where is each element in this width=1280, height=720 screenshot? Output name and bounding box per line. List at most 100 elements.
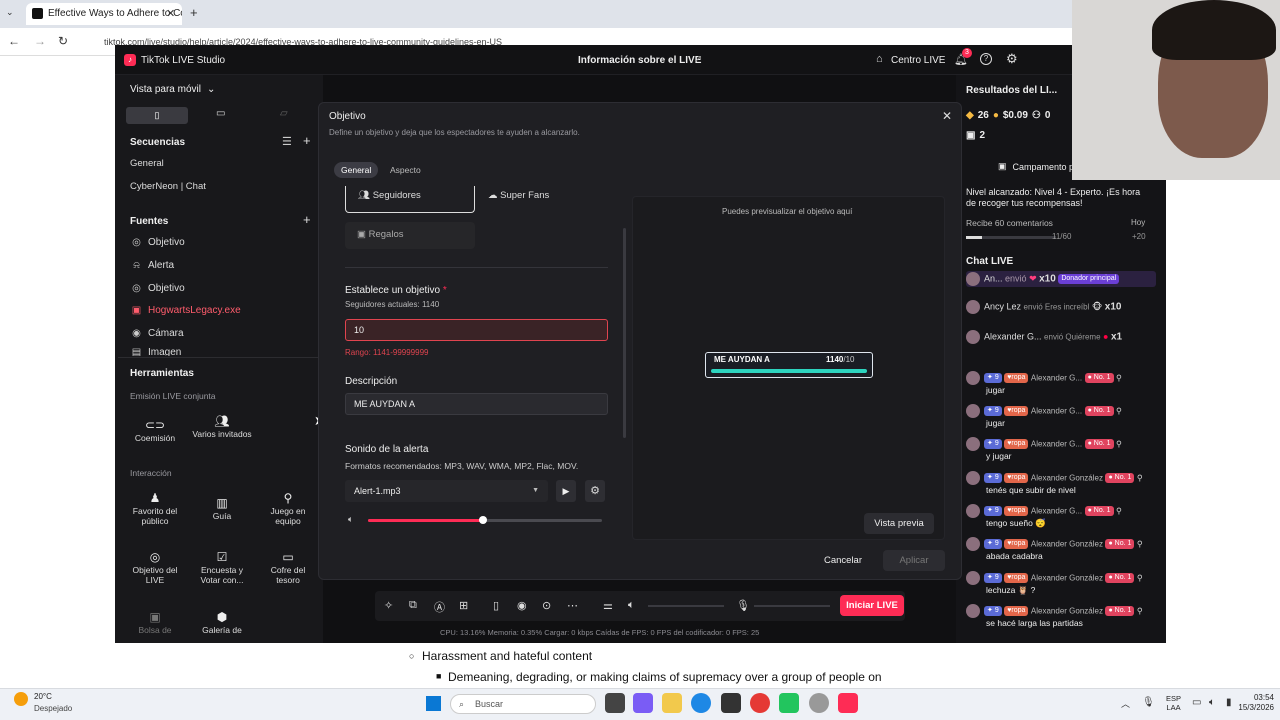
user-icon[interactable]: ⚲	[1137, 473, 1143, 482]
split-view-button[interactable]: ▱	[280, 108, 288, 119]
level-badge: ✦ 9	[984, 439, 1002, 449]
reload-icon[interactable]: ↻	[58, 34, 68, 48]
sequence-item[interactable]: CyberNeon | Chat	[130, 181, 206, 192]
file-explorer-icon[interactable]	[662, 693, 682, 713]
taskbar-search[interactable]: ⌕ Buscar	[450, 694, 596, 714]
landscape-view-button[interactable]: ▭	[216, 108, 225, 119]
poll-tool[interactable]: ☑ Encuesta y Votar con...	[192, 551, 252, 585]
cancel-button[interactable]: Cancelar	[812, 550, 874, 571]
browser-tab[interactable]: Effective Ways to Adhere to Co	[26, 3, 182, 25]
tool-label: Galería de	[202, 625, 242, 635]
more-icon[interactable]: ⋯	[567, 599, 578, 612]
gallery-tool[interactable]: ⬢ Galería de	[192, 611, 252, 635]
sound-settings-icon[interactable]: ⚙	[585, 480, 605, 502]
phone-icon[interactable]: ▯	[493, 599, 499, 612]
forward-icon[interactable]: →	[34, 34, 46, 48]
layout-icon[interactable]: ⊞	[459, 599, 468, 612]
home-icon[interactable]: ⌂	[876, 53, 883, 65]
play-button[interactable]: ▶	[556, 480, 576, 502]
clock[interactable]: 03:54 15/3/2026	[1220, 693, 1274, 713]
user-icon[interactable]: ⚲	[1137, 573, 1143, 582]
tray-mic-icon[interactable]: 🎙︎	[1142, 697, 1155, 708]
live-goal-tool[interactable]: ◎ Objetivo del LIVE	[125, 551, 185, 585]
speaker-volume-track[interactable]	[648, 605, 724, 607]
edge-icon[interactable]	[691, 693, 711, 713]
sequence-item[interactable]: General	[130, 158, 164, 169]
user-icon[interactable]: ⚲	[1116, 406, 1122, 415]
close-tab-icon[interactable]: ✕	[166, 7, 175, 20]
sound-select[interactable]: Alert-1.mp3 ▼	[345, 480, 548, 502]
add-source-icon[interactable]: +	[303, 212, 311, 227]
team-game-tool[interactable]: ⚲ Juego en equipo	[258, 492, 318, 526]
copilot-icon[interactable]	[633, 693, 653, 713]
tab-appearance[interactable]: Aspecto	[383, 162, 428, 178]
user-icon[interactable]: ⚲	[1116, 506, 1122, 515]
help-icon[interactable]: ?	[980, 53, 992, 65]
settings-icon[interactable]: ⚙	[1006, 51, 1018, 67]
mobile-view-button[interactable]: ▯	[126, 107, 188, 124]
source-item[interactable]: ◎ Objetivo	[131, 237, 185, 248]
source-item[interactable]: ◎ Objetivo	[131, 283, 185, 294]
back-icon[interactable]: ←	[8, 34, 20, 48]
speaker-icon[interactable]: 🔈︎	[628, 599, 635, 612]
campaign-link[interactable]: ▣ Campamento p	[998, 161, 1074, 172]
temperature[interactable]: 20°C	[34, 692, 52, 701]
user-icon[interactable]: ⚲	[1137, 606, 1143, 615]
audience-favorite-tool[interactable]: ♟ Favorito del público	[125, 492, 185, 526]
tab-list-icon[interactable]: ⌄	[6, 7, 14, 18]
multi-guest-tool[interactable]: 👥︎ Varios invitados	[192, 415, 252, 439]
add-sequence-icon[interactable]: +	[303, 133, 311, 148]
kick-icon[interactable]	[779, 693, 799, 713]
apply-button[interactable]: Aplicar	[883, 550, 945, 571]
new-tab-icon[interactable]: +	[190, 5, 198, 20]
source-item[interactable]: ▣ HogwartsLegacy.exe	[131, 305, 241, 316]
source-item[interactable]: ▤ Imagen	[131, 348, 182, 356]
microphone-icon[interactable]: 🎙︎	[736, 599, 750, 612]
mic-volume-track[interactable]	[754, 605, 830, 607]
source-item[interactable]: ⍾ Alerta	[131, 260, 174, 271]
ai-icon[interactable]: Ⓐ	[434, 599, 445, 615]
start-button[interactable]	[426, 696, 441, 711]
goal-type-gifts[interactable]: ▣ Regalos	[345, 222, 475, 249]
app-icon[interactable]	[809, 693, 829, 713]
live-info-title[interactable]: Información sobre el LIVE	[578, 55, 701, 66]
bag-tool[interactable]: ▣ Bolsa de	[125, 611, 185, 635]
treasure-chest-tool[interactable]: ▭ Cofre del tesoro	[258, 551, 318, 585]
volume-tray-icon[interactable]: 🔈︎	[1209, 697, 1215, 708]
co-host-tool[interactable]: ⊂⊃ Coemisión	[125, 419, 185, 443]
camera-toggle-icon[interactable]: ⊙	[542, 599, 551, 612]
source-item[interactable]: ◉ Cámara	[131, 328, 183, 339]
language-indicator[interactable]: ESP LAA	[1166, 694, 1181, 712]
copy-icon[interactable]: ⧉	[409, 599, 417, 612]
tab-general[interactable]: General	[334, 162, 379, 178]
task-view-icon[interactable]	[605, 693, 625, 713]
list-icon[interactable]: ☰	[282, 135, 292, 148]
volume-icon[interactable]: 🔈︎	[348, 514, 353, 525]
view-selector[interactable]: Vista para móvil ⌄	[130, 84, 215, 95]
mixer-icon[interactable]: ⚌	[603, 599, 613, 612]
go-live-button[interactable]: Iniciar LIVE	[840, 595, 904, 616]
user-icon[interactable]: ⚲	[1137, 539, 1143, 548]
tray-chevron-icon[interactable]: ︿	[1121, 697, 1130, 710]
guide-tool[interactable]: ▥ Guía	[192, 497, 252, 521]
volume-knob[interactable]	[478, 516, 487, 524]
description-input[interactable]: ME AUYDAN A	[345, 393, 608, 415]
tiktok-live-studio-icon[interactable]	[838, 693, 858, 713]
user-icon[interactable]: ⚲	[1116, 373, 1122, 382]
network-icon[interactable]: ▭	[1192, 697, 1201, 708]
record-icon[interactable]: ◉	[517, 599, 527, 612]
chrome-icon[interactable]	[750, 693, 770, 713]
goal-type-superfans[interactable]: ☁ Super Fans	[488, 190, 549, 201]
preview-button[interactable]: Vista previa	[864, 513, 934, 534]
user-icon[interactable]: ⚲	[1116, 439, 1122, 448]
goal-type-followers[interactable]: 👥︎ Seguidores	[345, 186, 475, 213]
tool-label: Cofre del tesoro	[270, 565, 306, 585]
live-center-link[interactable]: Centro LIVE	[891, 55, 945, 66]
share-icon[interactable]: ↗	[694, 54, 702, 65]
level-badge: ✦ 9	[984, 506, 1002, 516]
form-scrollbar[interactable]	[623, 228, 626, 438]
store-icon[interactable]	[721, 693, 741, 713]
goal-input[interactable]: 10	[345, 319, 608, 341]
close-icon[interactable]: ✕	[942, 109, 952, 123]
magic-icon[interactable]: ✧	[384, 599, 393, 612]
